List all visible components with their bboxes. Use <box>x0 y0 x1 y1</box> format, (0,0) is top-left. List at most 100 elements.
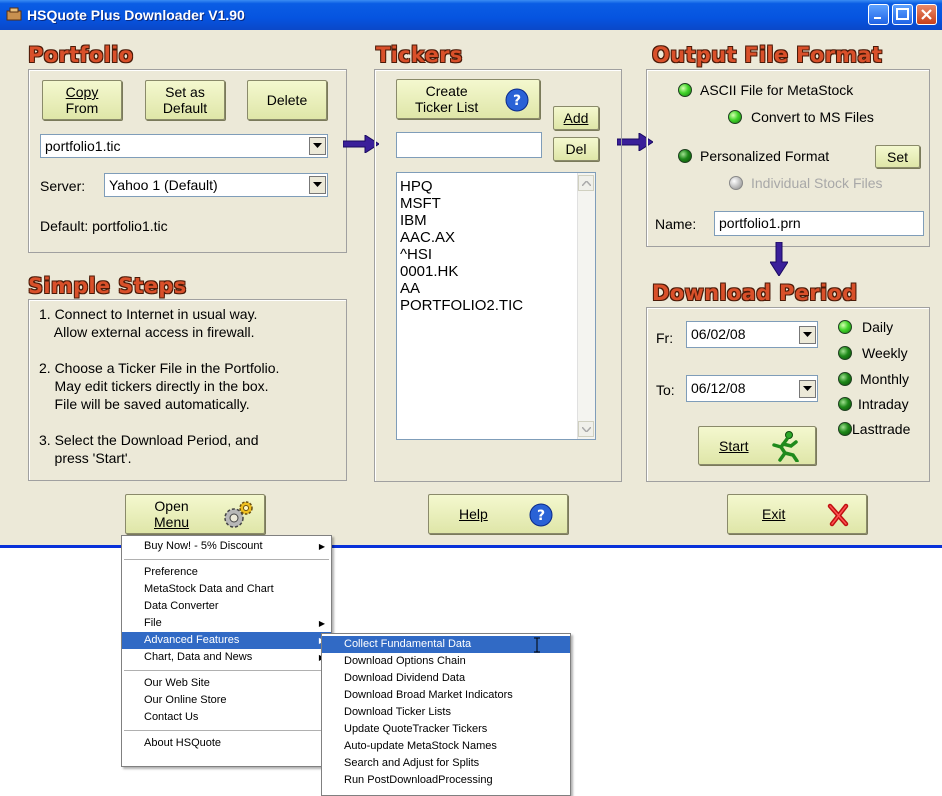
menu-separator <box>124 730 329 731</box>
submenu-item-label: Run PostDownloadProcessing <box>344 774 493 786</box>
start-button[interactable]: Start <box>698 426 816 465</box>
output-name-field[interactable]: portfolio1.prn <box>714 211 924 236</box>
download-period-heading: Download Period <box>652 281 858 305</box>
set-format-button[interactable]: Set <box>875 145 920 168</box>
menu-item-label: Our Web Site <box>144 677 210 689</box>
start-label: Start <box>719 437 749 454</box>
convert-ms-checkbox[interactable] <box>728 110 742 124</box>
menu-item-label: Advanced Features <box>144 634 240 646</box>
scroll-down-button[interactable] <box>578 421 594 437</box>
list-item[interactable]: PORTFOLIO2.TIC <box>400 297 523 314</box>
submenu-item-broad-market[interactable]: Download Broad Market Indicators <box>322 687 570 704</box>
ticker-listbox[interactable]: HPQ MSFT IBM AAC.AX ^HSI 0001.HK AA PORT… <box>396 172 596 440</box>
from-date-dropdown[interactable] <box>799 326 816 344</box>
scroll-up-button[interactable] <box>578 175 594 191</box>
menu-item-web-site[interactable]: Our Web Site <box>122 675 331 692</box>
ascii-file-radio[interactable] <box>678 83 692 97</box>
monthly-radio[interactable] <box>838 372 852 386</box>
to-date-dropdown[interactable] <box>799 380 816 398</box>
minimize-button[interactable] <box>868 4 889 25</box>
menu-separator <box>124 670 329 671</box>
intraday-label: Intraday <box>858 396 909 412</box>
menu-item-advanced-features[interactable]: Advanced Features▶ <box>122 632 331 649</box>
list-item[interactable]: AA <box>400 280 523 297</box>
server-label: Server: <box>40 178 86 194</box>
submenu-item-ticker-lists[interactable]: Download Ticker Lists <box>322 704 570 721</box>
submenu-item-options-chain[interactable]: Download Options Chain <box>322 653 570 670</box>
menu-item-buy-now[interactable]: Buy Now! - 5% Discount ▶ <box>122 538 331 555</box>
intraday-radio[interactable] <box>838 397 852 411</box>
ticker-input[interactable] <box>396 132 542 158</box>
menu-item-preference[interactable]: Preference <box>122 564 331 581</box>
copy-from-button[interactable]: Copy From <box>42 80 122 120</box>
close-button[interactable] <box>916 4 937 25</box>
server-value: Yahoo 1 (Default) <box>109 177 218 193</box>
server-select[interactable]: Yahoo 1 (Default) <box>104 173 328 197</box>
submenu-item-splits[interactable]: Search and Adjust for Splits <box>322 755 570 772</box>
submenu-item-label: Auto-update MetaStock Names <box>344 740 497 752</box>
menu-item-label: MetaStock Data and Chart <box>144 583 274 595</box>
exit-button[interactable]: Exit <box>727 494 867 534</box>
delete-ticker-button[interactable]: Del <box>553 137 599 161</box>
submenu-item-metastock-names[interactable]: Auto-update MetaStock Names <box>322 738 570 755</box>
open-menu-popup: Buy Now! - 5% Discount ▶ Preference MetaS… <box>121 535 332 767</box>
arrow-down-icon <box>770 242 788 276</box>
maximize-button[interactable] <box>892 4 913 25</box>
list-item[interactable]: 0001.HK <box>400 263 523 280</box>
create-ticker-list-button[interactable]: Create Ticker List ? <box>396 79 540 119</box>
menu-item-label: Our Online Store <box>144 694 227 706</box>
list-item[interactable]: ^HSI <box>400 246 523 263</box>
submenu-item-label: Update QuoteTracker Tickers <box>344 723 488 735</box>
server-dropdown-arrow[interactable] <box>309 176 326 194</box>
weekly-radio[interactable] <box>838 346 852 360</box>
add-ticker-button[interactable]: Add <box>553 106 599 130</box>
menu-item-metastock-data[interactable]: MetaStock Data and Chart <box>122 581 331 598</box>
exit-label: Exit <box>762 506 786 522</box>
default-portfolio-text: Default: portfolio1.tic <box>40 218 168 234</box>
menu-item-online-store[interactable]: Our Online Store <box>122 692 331 709</box>
portfolio-dropdown-arrow[interactable] <box>309 137 326 155</box>
menu-item-contact-us[interactable]: Contact Us <box>122 709 331 726</box>
title-bar[interactable]: HSQuote Plus Downloader V1.90 <box>0 0 942 30</box>
portfolio-file-value: portfolio1.tic <box>45 138 121 154</box>
list-item[interactable]: MSFT <box>400 195 523 212</box>
maximize-icon <box>896 8 909 20</box>
menu-item-label: Data Converter <box>144 600 219 612</box>
delete-button[interactable]: Delete <box>247 80 327 120</box>
submenu-item-dividend-data[interactable]: Download Dividend Data <box>322 670 570 687</box>
list-item[interactable]: HPQ <box>400 178 523 195</box>
individual-files-checkbox[interactable] <box>729 176 743 190</box>
chevron-down-icon <box>803 386 812 391</box>
individual-files-label: Individual Stock Files <box>751 175 883 191</box>
menu-separator <box>124 559 329 560</box>
menu-item-label: Contact Us <box>144 711 199 723</box>
help-button[interactable]: Help ? <box>428 494 568 534</box>
steps-list: 1. Connect to Internet in usual way. All… <box>39 305 279 485</box>
menu-item-about[interactable]: About HSQuote <box>122 735 331 752</box>
list-item[interactable]: AAC.AX <box>400 229 523 246</box>
output-name-value: portfolio1.prn <box>719 215 801 231</box>
menu-item-data-converter[interactable]: Data Converter <box>122 598 331 615</box>
set-default-line2: Default <box>162 100 208 116</box>
submenu-item-post-download[interactable]: Run PostDownloadProcessing <box>322 772 570 789</box>
list-item[interactable]: IBM <box>400 212 523 229</box>
create-line2: Ticker List <box>415 99 479 115</box>
submenu-item-label: Download Dividend Data <box>344 672 466 684</box>
set-as-default-button[interactable]: Set as Default <box>145 80 225 120</box>
lasttrade-radio[interactable] <box>838 422 852 436</box>
from-date-value: 06/02/08 <box>691 326 746 342</box>
personalized-format-radio[interactable] <box>678 149 692 163</box>
open-menu-button[interactable]: Open Menu <box>125 494 265 534</box>
daily-radio[interactable] <box>838 320 852 334</box>
chevron-down-icon <box>313 182 322 187</box>
portfolio-file-select[interactable]: portfolio1.tic <box>40 134 328 158</box>
menu-item-chart-data-news[interactable]: Chart, Data and News▶ <box>122 649 331 666</box>
menu-item-file[interactable]: File ▶ <box>122 615 331 632</box>
help-label: Help <box>459 506 488 522</box>
monthly-label: Monthly <box>860 371 910 387</box>
daily-label: Daily <box>862 319 894 335</box>
submenu-item-quotetracker[interactable]: Update QuoteTracker Tickers <box>322 721 570 738</box>
ticker-scrollbar[interactable] <box>577 173 595 439</box>
delete-label: Delete <box>266 92 308 108</box>
step-3: 3. Select the Download Period, and press… <box>39 432 259 466</box>
